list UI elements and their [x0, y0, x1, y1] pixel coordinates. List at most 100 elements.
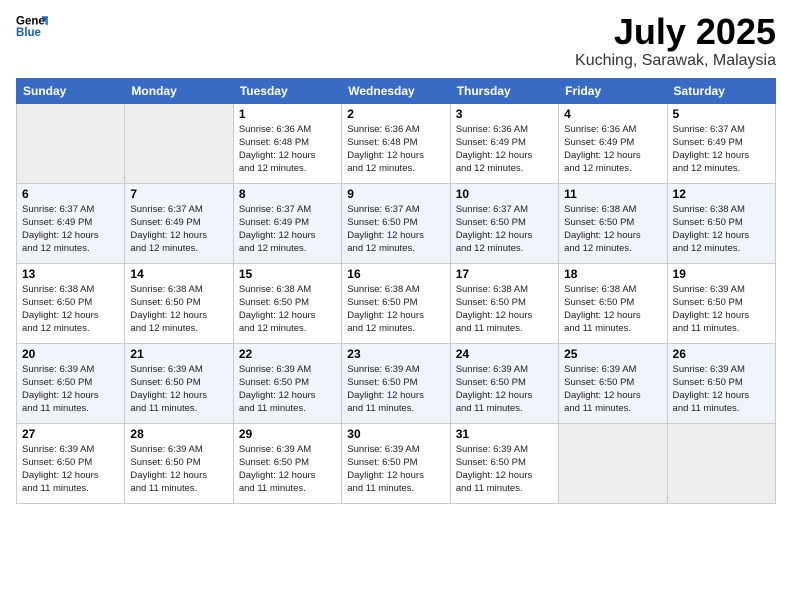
day-info: Sunrise: 6:39 AM Sunset: 6:50 PM Dayligh… — [347, 443, 444, 496]
day-number: 8 — [239, 187, 336, 201]
day-info: Sunrise: 6:39 AM Sunset: 6:50 PM Dayligh… — [130, 363, 227, 416]
calendar-cell: 30 Sunrise: 6:39 AM Sunset: 6:50 PM Dayli… — [342, 423, 450, 503]
day-info: Sunrise: 6:37 AM Sunset: 6:49 PM Dayligh… — [239, 203, 336, 256]
day-info: Sunrise: 6:39 AM Sunset: 6:50 PM Dayligh… — [22, 363, 119, 416]
day-info: Sunrise: 6:39 AM Sunset: 6:50 PM Dayligh… — [130, 443, 227, 496]
day-info: Sunrise: 6:39 AM Sunset: 6:50 PM Dayligh… — [673, 363, 770, 416]
calendar-cell: 7 Sunrise: 6:37 AM Sunset: 6:49 PM Daylig… — [125, 183, 233, 263]
header: General Blue July 2025 Kuching, Sarawak,… — [16, 12, 776, 70]
calendar-cell: 15 Sunrise: 6:38 AM Sunset: 6:50 PM Dayli… — [233, 263, 341, 343]
day-info: Sunrise: 6:37 AM Sunset: 6:50 PM Dayligh… — [347, 203, 444, 256]
day-info: Sunrise: 6:36 AM Sunset: 6:48 PM Dayligh… — [239, 123, 336, 176]
day-info: Sunrise: 6:36 AM Sunset: 6:49 PM Dayligh… — [564, 123, 661, 176]
day-number: 7 — [130, 187, 227, 201]
day-info: Sunrise: 6:38 AM Sunset: 6:50 PM Dayligh… — [456, 283, 553, 336]
day-info: Sunrise: 6:36 AM Sunset: 6:48 PM Dayligh… — [347, 123, 444, 176]
calendar-cell: 27 Sunrise: 6:39 AM Sunset: 6:50 PM Dayli… — [17, 423, 125, 503]
day-number: 27 — [22, 427, 119, 441]
col-wednesday: Wednesday — [342, 78, 450, 103]
col-saturday: Saturday — [667, 78, 775, 103]
calendar-cell: 28 Sunrise: 6:39 AM Sunset: 6:50 PM Dayli… — [125, 423, 233, 503]
day-number: 21 — [130, 347, 227, 361]
day-info: Sunrise: 6:39 AM Sunset: 6:50 PM Dayligh… — [239, 443, 336, 496]
calendar-table: Sunday Monday Tuesday Wednesday Thursday… — [16, 78, 776, 504]
page: General Blue July 2025 Kuching, Sarawak,… — [0, 0, 792, 612]
col-thursday: Thursday — [450, 78, 558, 103]
day-info: Sunrise: 6:38 AM Sunset: 6:50 PM Dayligh… — [347, 283, 444, 336]
calendar-cell: 3 Sunrise: 6:36 AM Sunset: 6:49 PM Daylig… — [450, 103, 558, 183]
day-info: Sunrise: 6:38 AM Sunset: 6:50 PM Dayligh… — [673, 203, 770, 256]
day-number: 30 — [347, 427, 444, 441]
day-number: 6 — [22, 187, 119, 201]
day-info: Sunrise: 6:39 AM Sunset: 6:50 PM Dayligh… — [456, 443, 553, 496]
title-block: July 2025 Kuching, Sarawak, Malaysia — [575, 12, 776, 70]
day-number: 23 — [347, 347, 444, 361]
col-sunday: Sunday — [17, 78, 125, 103]
day-number: 22 — [239, 347, 336, 361]
day-number: 17 — [456, 267, 553, 281]
col-monday: Monday — [125, 78, 233, 103]
calendar-cell: 23 Sunrise: 6:39 AM Sunset: 6:50 PM Dayli… — [342, 343, 450, 423]
week-row-3: 20Sunrise: 6:39 AM Sunset: 6:50 PM Dayli… — [17, 343, 776, 423]
day-info: Sunrise: 6:37 AM Sunset: 6:49 PM Dayligh… — [22, 203, 119, 256]
day-number: 24 — [456, 347, 553, 361]
calendar-cell: 14Sunrise: 6:38 AM Sunset: 6:50 PM Dayli… — [125, 263, 233, 343]
day-number: 16 — [347, 267, 444, 281]
day-info: Sunrise: 6:38 AM Sunset: 6:50 PM Dayligh… — [130, 283, 227, 336]
calendar-cell: 5 Sunrise: 6:37 AM Sunset: 6:49 PM Daylig… — [667, 103, 775, 183]
day-info: Sunrise: 6:39 AM Sunset: 6:50 PM Dayligh… — [673, 283, 770, 336]
day-info: Sunrise: 6:39 AM Sunset: 6:50 PM Dayligh… — [22, 443, 119, 496]
calendar-cell: 22 Sunrise: 6:39 AM Sunset: 6:50 PM Dayli… — [233, 343, 341, 423]
location-subtitle: Kuching, Sarawak, Malaysia — [575, 52, 776, 70]
day-number: 1 — [239, 107, 336, 121]
day-number: 25 — [564, 347, 661, 361]
calendar-cell: 12 Sunrise: 6:38 AM Sunset: 6:50 PM Dayli… — [667, 183, 775, 263]
day-info: Sunrise: 6:38 AM Sunset: 6:50 PM Dayligh… — [22, 283, 119, 336]
day-number: 5 — [673, 107, 770, 121]
day-info: Sunrise: 6:39 AM Sunset: 6:50 PM Dayligh… — [564, 363, 661, 416]
day-number: 9 — [347, 187, 444, 201]
day-number: 13 — [22, 267, 119, 281]
day-number: 2 — [347, 107, 444, 121]
calendar-cell: 31 Sunrise: 6:39 AM Sunset: 6:50 PM Dayli… — [450, 423, 558, 503]
calendar-cell: 11Sunrise: 6:38 AM Sunset: 6:50 PM Dayli… — [559, 183, 667, 263]
day-info: Sunrise: 6:38 AM Sunset: 6:50 PM Dayligh… — [239, 283, 336, 336]
calendar-cell: 10 Sunrise: 6:37 AM Sunset: 6:50 PM Dayli… — [450, 183, 558, 263]
week-row-0: 1 Sunrise: 6:36 AM Sunset: 6:48 PM Daylig… — [17, 103, 776, 183]
day-number: 12 — [673, 187, 770, 201]
day-info: Sunrise: 6:39 AM Sunset: 6:50 PM Dayligh… — [347, 363, 444, 416]
day-number: 3 — [456, 107, 553, 121]
day-info: Sunrise: 6:39 AM Sunset: 6:50 PM Dayligh… — [456, 363, 553, 416]
calendar-header-row: Sunday Monday Tuesday Wednesday Thursday… — [17, 78, 776, 103]
calendar-cell — [125, 103, 233, 183]
calendar-cell: 26Sunrise: 6:39 AM Sunset: 6:50 PM Dayli… — [667, 343, 775, 423]
calendar-cell: 13 Sunrise: 6:38 AM Sunset: 6:50 PM Dayli… — [17, 263, 125, 343]
day-number: 29 — [239, 427, 336, 441]
calendar-cell: 8 Sunrise: 6:37 AM Sunset: 6:49 PM Daylig… — [233, 183, 341, 263]
day-info: Sunrise: 6:37 AM Sunset: 6:49 PM Dayligh… — [673, 123, 770, 176]
calendar-cell: 2 Sunrise: 6:36 AM Sunset: 6:48 PM Daylig… — [342, 103, 450, 183]
calendar-cell: 9 Sunrise: 6:37 AM Sunset: 6:50 PM Daylig… — [342, 183, 450, 263]
day-number: 31 — [456, 427, 553, 441]
day-number: 15 — [239, 267, 336, 281]
logo: General Blue — [16, 12, 48, 40]
calendar-cell: 17 Sunrise: 6:38 AM Sunset: 6:50 PM Dayli… — [450, 263, 558, 343]
calendar-cell: 29 Sunrise: 6:39 AM Sunset: 6:50 PM Dayli… — [233, 423, 341, 503]
day-info: Sunrise: 6:37 AM Sunset: 6:49 PM Dayligh… — [130, 203, 227, 256]
day-info: Sunrise: 6:39 AM Sunset: 6:50 PM Dayligh… — [239, 363, 336, 416]
day-info: Sunrise: 6:38 AM Sunset: 6:50 PM Dayligh… — [564, 203, 661, 256]
col-friday: Friday — [559, 78, 667, 103]
calendar-cell: 4Sunrise: 6:36 AM Sunset: 6:49 PM Daylig… — [559, 103, 667, 183]
calendar-cell: 18Sunrise: 6:38 AM Sunset: 6:50 PM Dayli… — [559, 263, 667, 343]
week-row-1: 6 Sunrise: 6:37 AM Sunset: 6:49 PM Daylig… — [17, 183, 776, 263]
day-number: 28 — [130, 427, 227, 441]
day-info: Sunrise: 6:36 AM Sunset: 6:49 PM Dayligh… — [456, 123, 553, 176]
col-tuesday: Tuesday — [233, 78, 341, 103]
week-row-2: 13 Sunrise: 6:38 AM Sunset: 6:50 PM Dayli… — [17, 263, 776, 343]
calendar-cell: 25 Sunrise: 6:39 AM Sunset: 6:50 PM Dayli… — [559, 343, 667, 423]
day-number: 18 — [564, 267, 661, 281]
calendar-cell: 20Sunrise: 6:39 AM Sunset: 6:50 PM Dayli… — [17, 343, 125, 423]
day-info: Sunrise: 6:37 AM Sunset: 6:50 PM Dayligh… — [456, 203, 553, 256]
day-number: 10 — [456, 187, 553, 201]
logo-icon: General Blue — [16, 12, 48, 40]
